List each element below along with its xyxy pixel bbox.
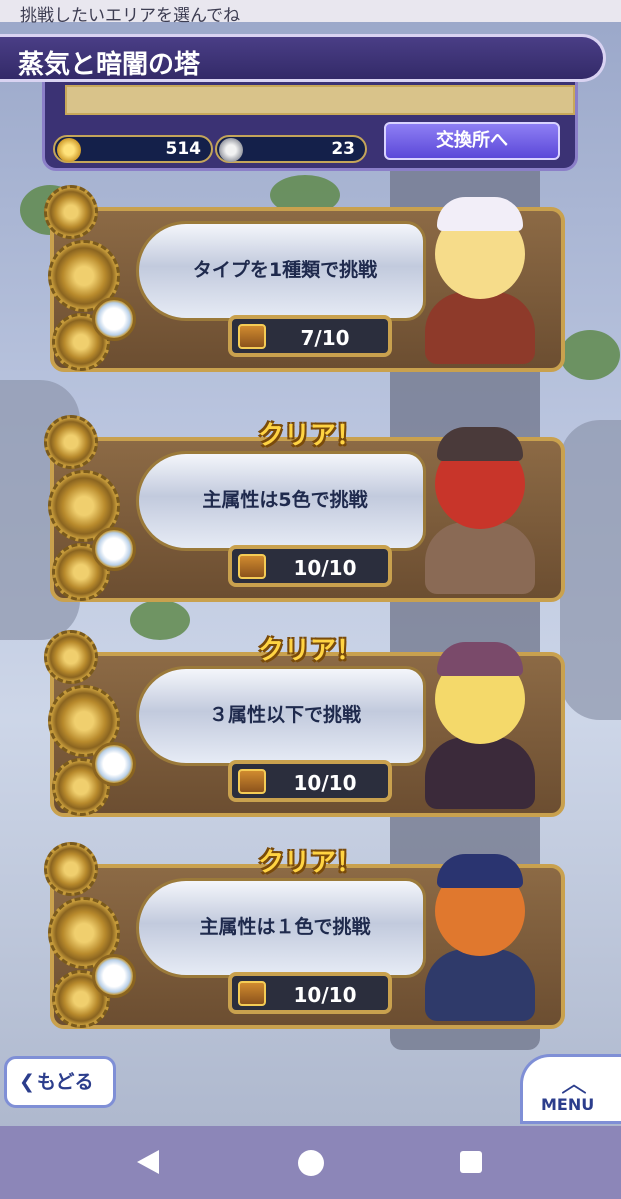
character-body xyxy=(425,737,535,809)
progress-counter: 10/10 xyxy=(228,760,392,802)
gold-currency: 514 xyxy=(53,135,213,163)
card-label: 主属性は１色で挑戦 xyxy=(199,916,371,938)
card-label: タイプを1種類で挑戦 xyxy=(192,259,378,281)
character-illustration xyxy=(395,854,560,1024)
character-illustration xyxy=(395,642,560,812)
back-label: もどる xyxy=(36,1071,94,1093)
card-label: 主属性は5色で挑戦 xyxy=(202,489,368,511)
clear-badge: クリア！ xyxy=(257,848,362,878)
gear-icon xyxy=(44,630,98,684)
gold-coin-icon xyxy=(57,138,81,162)
progress-counter: 7/10 xyxy=(228,315,392,357)
treasure-chest-icon xyxy=(238,981,266,1006)
gauge-icon xyxy=(92,297,136,341)
gauge-icon xyxy=(92,742,136,786)
progress-value: 10/10 xyxy=(293,556,357,580)
treasure-chest-icon xyxy=(238,324,266,349)
gauge-icon xyxy=(92,954,136,998)
nav-recents-icon[interactable] xyxy=(460,1151,482,1173)
treasure-chest-icon xyxy=(238,554,266,579)
hint-bar: 挑戦したいエリアを選んでね xyxy=(0,0,621,26)
character-hat xyxy=(437,642,523,676)
card-label: ３属性以下で挑戦 xyxy=(208,704,361,726)
character-illustration xyxy=(395,197,560,367)
gold-amount: 514 xyxy=(165,139,202,159)
treasure-chest-icon xyxy=(238,769,266,794)
silver-currency: 23 xyxy=(215,135,367,163)
gear-icon xyxy=(44,415,98,469)
banner-strip xyxy=(65,85,575,115)
system-nav-bar xyxy=(0,1126,621,1199)
exchange-button[interactable]: 交換所へ xyxy=(384,122,560,160)
character-bonnet xyxy=(437,197,523,231)
character-body xyxy=(425,292,535,364)
page-title: 蒸気と暗闇の塔 xyxy=(18,50,201,80)
character-illustration xyxy=(395,427,560,597)
chevron-left-icon: ❮ xyxy=(19,1071,35,1093)
clear-badge: クリア！ xyxy=(257,421,362,451)
gear-icon xyxy=(44,842,98,896)
challenge-card-3[interactable]: ３属性以下で挑戦 10/10 クリア！ xyxy=(44,630,570,820)
progress-value: 10/10 xyxy=(293,771,357,795)
clear-badge: クリア！ xyxy=(257,636,362,666)
progress-value: 7/10 xyxy=(300,326,350,350)
nav-back-icon[interactable] xyxy=(137,1150,159,1174)
menu-label: MENU xyxy=(541,1095,595,1114)
character-body xyxy=(425,949,535,1021)
currency-panel: 514 23 交換所へ xyxy=(42,78,578,171)
gear-icon xyxy=(44,185,98,239)
menu-button[interactable]: ︿ MENU xyxy=(520,1054,621,1124)
nav-home-icon[interactable] xyxy=(298,1150,324,1176)
challenge-card-4[interactable]: 主属性は１色で挑戦 10/10 クリア！ xyxy=(44,842,570,1032)
character-hat xyxy=(437,427,523,461)
progress-value: 10/10 xyxy=(293,983,357,1007)
character-body xyxy=(425,522,535,594)
hint-text: 挑戦したいエリアを選んでね xyxy=(20,6,241,26)
title-banner: 蒸気と暗闇の塔 xyxy=(0,34,606,82)
silver-coin-icon xyxy=(219,138,243,162)
character-top-hat xyxy=(437,854,523,888)
challenge-card-2[interactable]: 主属性は5色で挑戦 10/10 クリア！ xyxy=(44,415,570,605)
progress-counter: 10/10 xyxy=(228,545,392,587)
silver-amount: 23 xyxy=(331,139,355,159)
back-button[interactable]: ❮ もどる xyxy=(4,1056,116,1108)
gauge-icon xyxy=(92,527,136,571)
progress-counter: 10/10 xyxy=(228,972,392,1014)
challenge-card-1[interactable]: タイプを1種類で挑戦 7/10 xyxy=(44,185,570,375)
